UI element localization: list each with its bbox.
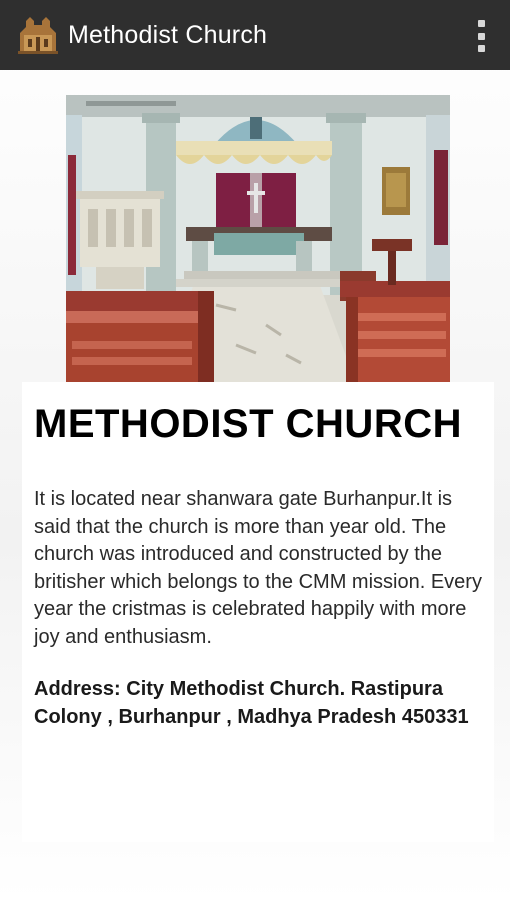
description-text: It is located near shanwara gate Burhanp… bbox=[34, 488, 482, 648]
church-interior-photo bbox=[66, 95, 450, 383]
overflow-menu-icon[interactable] bbox=[474, 20, 488, 52]
page-title: METHODIST CHURCH bbox=[34, 402, 462, 446]
content-card: METHODIST CHURCH It is located near shan… bbox=[22, 382, 494, 842]
church-building-icon[interactable] bbox=[14, 11, 62, 59]
address-text: Address: City Methodist Church. Rastipur… bbox=[34, 678, 469, 728]
app-bar: Methodist Church bbox=[0, 0, 510, 70]
app-title: Methodist Church bbox=[68, 20, 268, 49]
